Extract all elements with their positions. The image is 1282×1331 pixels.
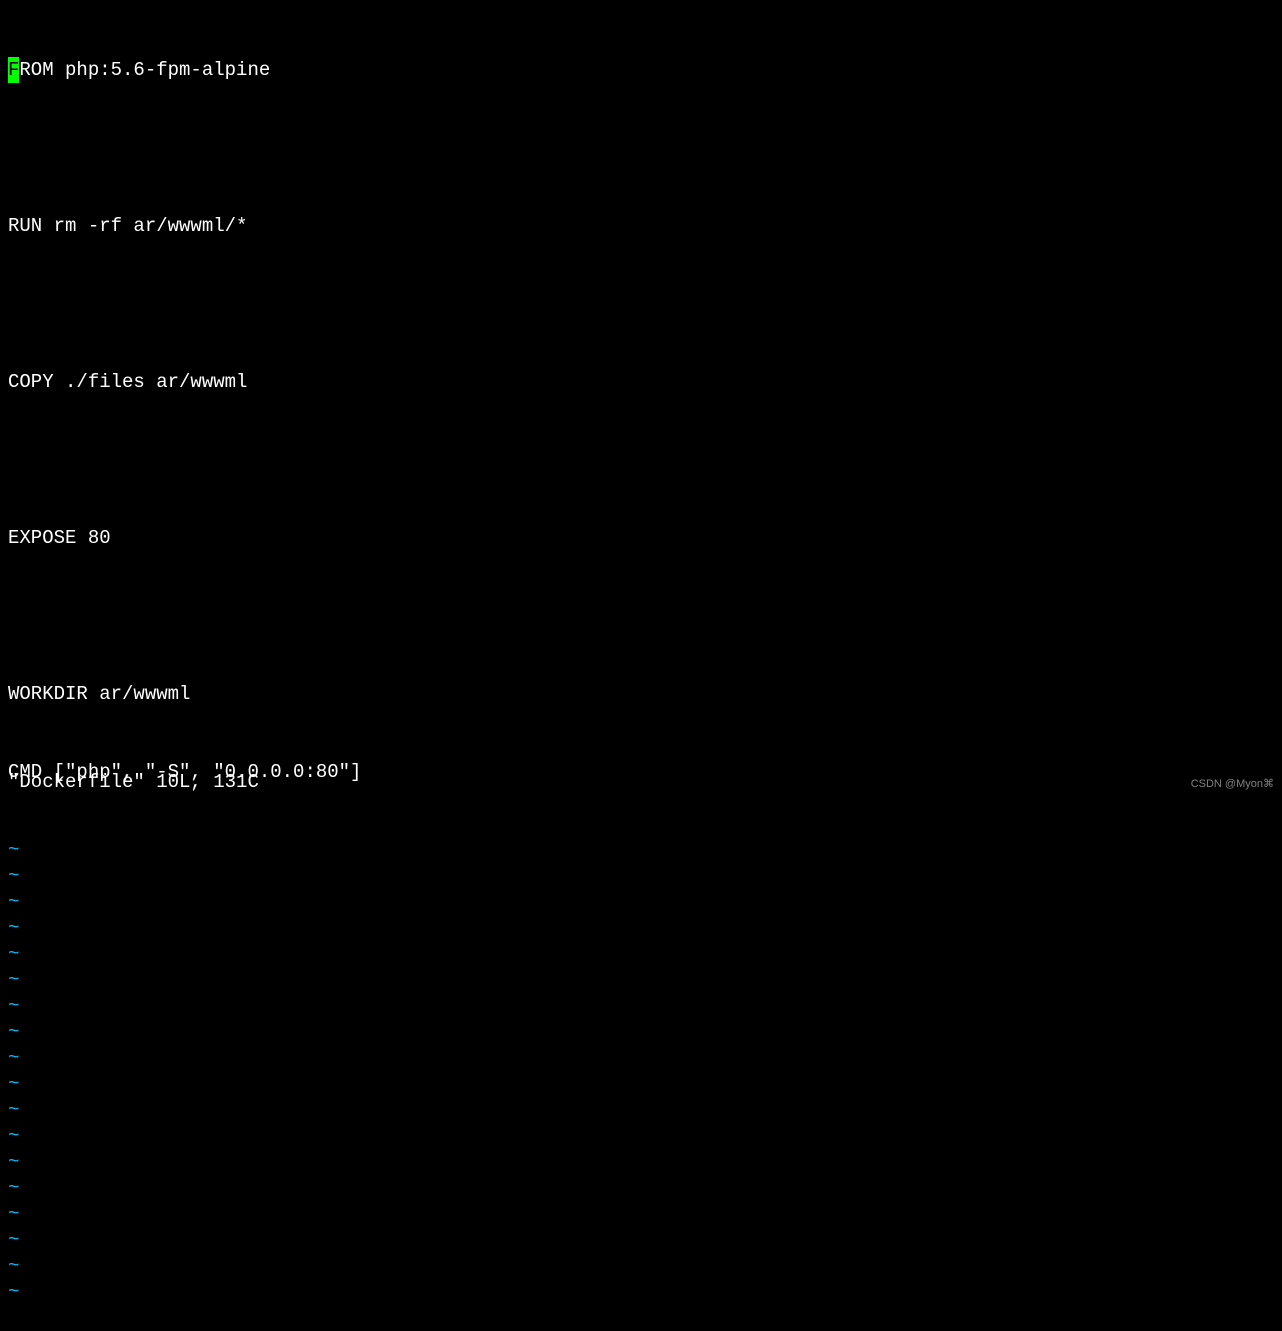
- empty-line-tilde: ~: [8, 1019, 1274, 1045]
- line-rest: ROM php:5.6-fpm-alpine: [19, 59, 270, 81]
- code-line: [8, 603, 1274, 629]
- cursor-block: F: [8, 57, 19, 83]
- empty-line-tilde: ~: [8, 1175, 1274, 1201]
- editor-viewport[interactable]: FROM php:5.6-fpm-alpine RUN rm -rf ar/ww…: [8, 5, 1274, 1331]
- vim-status-line: "Dockerfile" 10L, 131C: [8, 769, 259, 795]
- empty-line-tilde: ~: [8, 1201, 1274, 1227]
- empty-line-tilde: ~: [8, 1071, 1274, 1097]
- empty-line-tilde: ~: [8, 837, 1274, 863]
- empty-line-tilde: ~: [8, 1045, 1274, 1071]
- code-line: [8, 135, 1274, 161]
- empty-line-tilde: ~: [8, 863, 1274, 889]
- empty-line-tilde: ~: [8, 993, 1274, 1019]
- watermark-text: CSDN @Myon⌘: [1191, 771, 1274, 797]
- empty-line-tilde: ~: [8, 1149, 1274, 1175]
- empty-line-tilde: ~: [8, 941, 1274, 967]
- empty-line-tilde: ~: [8, 1123, 1274, 1149]
- empty-line-tilde: ~: [8, 1279, 1274, 1305]
- code-line: WORKDIR ar/wwwml: [8, 681, 1274, 707]
- code-line: [8, 291, 1274, 317]
- empty-line-tilde: ~: [8, 915, 1274, 941]
- empty-line-tilde: ~: [8, 1097, 1274, 1123]
- code-line: FROM php:5.6-fpm-alpine: [8, 57, 1274, 83]
- code-line: EXPOSE 80: [8, 525, 1274, 551]
- empty-line-tilde: ~: [8, 967, 1274, 993]
- empty-line-tilde: ~: [8, 1227, 1274, 1253]
- empty-lines-container: ~~~~~~~~~~~~~~~~~~: [8, 837, 1274, 1305]
- empty-line-tilde: ~: [8, 889, 1274, 915]
- empty-line-tilde: ~: [8, 1253, 1274, 1279]
- code-line: [8, 447, 1274, 473]
- code-line: COPY ./files ar/wwwml: [8, 369, 1274, 395]
- code-line: RUN rm -rf ar/wwwml/*: [8, 213, 1274, 239]
